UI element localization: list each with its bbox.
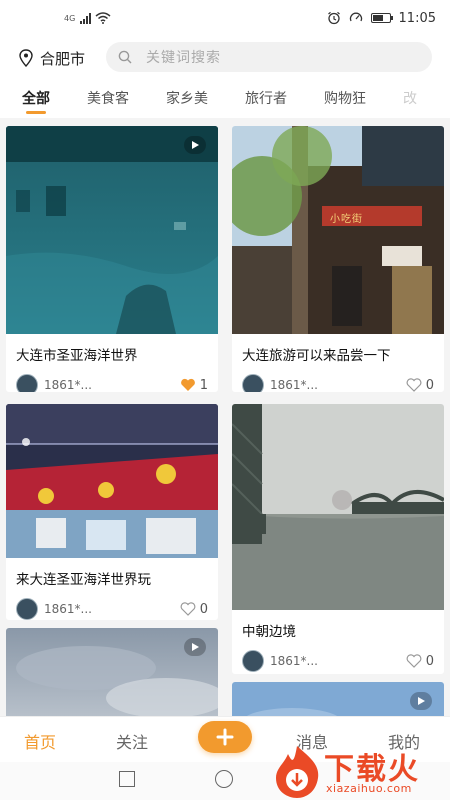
watermark-url: xiazaihuo.com	[326, 782, 412, 795]
nav-home[interactable]: 首页	[24, 729, 56, 753]
card-title: 大连市圣亚海洋世界	[16, 348, 138, 364]
category-tabs: 全部 美食客 家乡美 旅行者 购物狂 改	[0, 80, 450, 118]
status-right: 11:05	[327, 11, 436, 26]
card-image	[232, 682, 444, 716]
home-button[interactable]	[215, 770, 233, 788]
avatar	[16, 374, 38, 392]
feed-grid: 大连市圣亚海洋世界 1861*... 1 小吃街 大连旅游可以来品尝一下 186…	[0, 118, 450, 716]
wifi-icon	[95, 12, 111, 24]
like-button[interactable]: 0	[406, 377, 434, 393]
like-button[interactable]: 0	[180, 602, 208, 617]
tab-traveler[interactable]: 旅行者	[245, 80, 287, 118]
heart-filled-icon	[180, 378, 195, 391]
play-icon	[192, 643, 199, 651]
add-post-button[interactable]	[198, 721, 252, 753]
tab-all[interactable]: 全部	[22, 80, 50, 118]
card-meta: 1861*... 0	[232, 364, 444, 392]
like-count: 1	[199, 377, 208, 393]
location-selector[interactable]: 合肥市	[18, 48, 85, 69]
store-sign: 小吃街	[330, 214, 363, 225]
card-author: 1861*...	[270, 654, 318, 668]
feed-card[interactable]	[232, 682, 444, 716]
card-author: 1861*...	[44, 378, 92, 392]
search-input[interactable]: 关键词搜索	[106, 42, 432, 72]
like-count: 0	[199, 601, 208, 617]
card-author: 1861*...	[270, 378, 318, 392]
heart-outline-icon	[406, 378, 422, 392]
like-button[interactable]: 0	[406, 654, 434, 669]
speed-icon	[349, 12, 362, 22]
header: 合肥市 关键词搜索	[0, 36, 450, 80]
tab-more[interactable]: 改	[403, 80, 417, 118]
avatar	[16, 598, 38, 620]
card-author: 1861*...	[44, 602, 92, 616]
plus-icon	[216, 728, 234, 746]
card-image	[6, 628, 218, 716]
network-type: 4G	[64, 13, 76, 23]
feed-card[interactable]: 大连市圣亚海洋世界 1861*... 1	[6, 126, 218, 392]
card-title: 来大连圣亚海洋世界玩	[16, 572, 151, 588]
heart-outline-icon	[406, 654, 422, 668]
tab-foodie[interactable]: 美食客	[87, 80, 129, 118]
play-icon	[192, 141, 199, 149]
nav-follow[interactable]: 关注	[116, 729, 148, 753]
feed-card[interactable]: 来大连圣亚海洋世界玩 1861*... 0	[6, 404, 218, 620]
like-count: 0	[425, 653, 434, 669]
location-label: 合肥市	[40, 49, 86, 68]
battery-icon	[370, 13, 393, 23]
video-badge	[184, 638, 206, 656]
card-title: 大连旅游可以来品尝一下	[242, 348, 391, 364]
watermark-logo-icon	[276, 746, 319, 798]
like-count: 0	[425, 377, 434, 393]
video-badge	[184, 136, 206, 154]
video-badge	[410, 692, 432, 710]
avatar	[242, 650, 264, 672]
search-icon	[118, 50, 132, 64]
card-image	[6, 404, 218, 558]
card-meta: 1861*... 0	[6, 588, 218, 620]
recent-apps-button[interactable]	[119, 771, 135, 787]
card-image: 小吃街	[232, 126, 444, 334]
heart-outline-icon	[180, 602, 196, 616]
avatar	[242, 374, 264, 392]
clock: 11:05	[398, 10, 436, 26]
like-button[interactable]: 1	[180, 377, 208, 393]
tab-shopaholic[interactable]: 购物狂	[324, 80, 366, 118]
search-placeholder: 关键词搜索	[146, 50, 221, 66]
status-bar: 4G 11:05	[0, 0, 450, 36]
play-icon	[418, 697, 425, 705]
feed-card[interactable]	[6, 628, 218, 716]
feed-card[interactable]: 小吃街 大连旅游可以来品尝一下 1861*... 0	[232, 126, 444, 392]
card-title: 中朝边境	[242, 624, 296, 640]
tab-hometown[interactable]: 家乡美	[166, 80, 208, 118]
status-left: 4G	[14, 12, 111, 24]
feed-card[interactable]: 中朝边境 1861*... 0	[232, 404, 444, 674]
card-meta: 1861*... 1	[6, 364, 218, 392]
card-image	[6, 126, 218, 334]
card-meta: 1861*... 0	[232, 640, 444, 672]
watermark: 下载火 xiazaihuo.com	[268, 742, 450, 800]
alarm-icon	[327, 11, 340, 25]
location-pin-icon	[19, 49, 33, 67]
signal-icon	[80, 12, 92, 24]
card-image	[232, 404, 444, 610]
